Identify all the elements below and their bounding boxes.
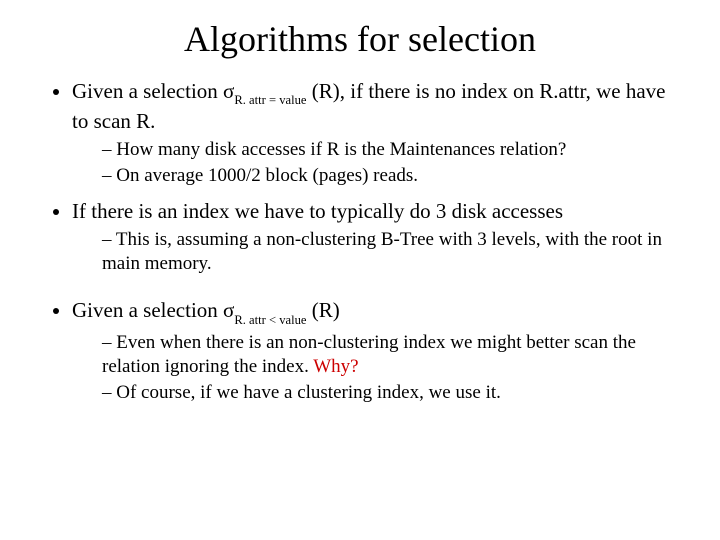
bullet-1-sub: How many disk accesses if R is the Maint… xyxy=(72,138,680,188)
b3-post: (R) xyxy=(307,298,340,322)
page-title: Algorithms for selection xyxy=(40,18,680,60)
bullet-3-sub: Even when there is an non-clustering ind… xyxy=(72,331,680,404)
b2-sub1: This is, assuming a non-clustering B-Tre… xyxy=(102,228,680,276)
b1-subscript: R. attr = value xyxy=(234,93,306,107)
b3-subscript: R. attr < value xyxy=(234,313,306,327)
bullet-list: Given a selection σR. attr = value (R), … xyxy=(40,78,680,405)
slide: Algorithms for selection Given a selecti… xyxy=(0,0,720,435)
sigma-icon: σ xyxy=(223,79,234,103)
b1-pre: Given a selection xyxy=(72,79,223,103)
spacer xyxy=(72,285,680,297)
bullet-1: Given a selection σR. attr = value (R), … xyxy=(72,78,680,188)
b3-pre: Given a selection xyxy=(72,298,223,322)
b1-sub2: On average 1000/2 block (pages) reads. xyxy=(102,164,680,188)
b2-text: If there is an index we have to typicall… xyxy=(72,199,563,223)
sigma-icon: σ xyxy=(223,298,234,322)
bullet-2-sub: This is, assuming a non-clustering B-Tre… xyxy=(72,228,680,276)
b3-sub2: Of course, if we have a clustering index… xyxy=(102,381,680,405)
bullet-3: Given a selection σR. attr < value (R) E… xyxy=(72,297,680,404)
bullet-2: If there is an index we have to typicall… xyxy=(72,198,680,276)
b3s1b-why: Why? xyxy=(313,356,358,377)
b1-sub1: How many disk accesses if R is the Maint… xyxy=(102,138,680,162)
b3-sub1: Even when there is an non-clustering ind… xyxy=(102,331,680,379)
b3s1a: Even when there is an non-clustering ind… xyxy=(102,332,636,377)
